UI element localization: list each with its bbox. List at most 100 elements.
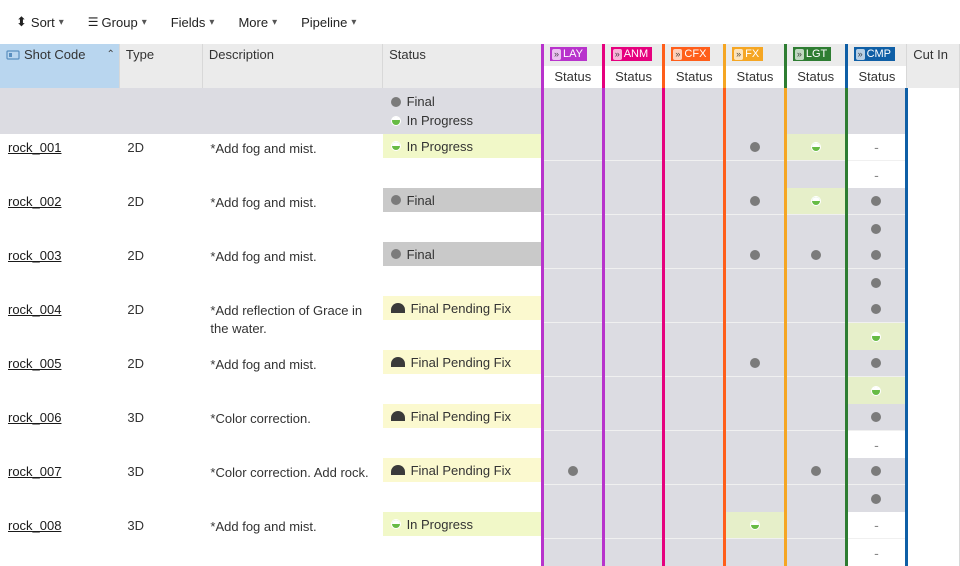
shot-link[interactable]: rock_007 bbox=[0, 458, 69, 485]
pipe-cell[interactable] bbox=[664, 188, 725, 242]
sub-fx-status[interactable]: Status bbox=[725, 66, 786, 88]
pipe-cell[interactable] bbox=[603, 458, 664, 512]
shot-link[interactable]: rock_005 bbox=[0, 350, 69, 377]
status-dot-icon bbox=[871, 278, 881, 288]
shot-link[interactable]: rock_001 bbox=[0, 134, 69, 161]
pipe-cell[interactable] bbox=[846, 188, 907, 242]
shot-link[interactable]: rock_008 bbox=[0, 512, 69, 539]
pipe-cell[interactable] bbox=[846, 296, 907, 350]
pipe-cell[interactable] bbox=[725, 404, 786, 458]
more-menu[interactable]: More ▾ bbox=[238, 15, 277, 30]
status-chip[interactable]: Final Pending Fix bbox=[383, 350, 541, 374]
sub-cfx-status[interactable]: Status bbox=[664, 66, 725, 88]
pipe-cell[interactable] bbox=[542, 404, 603, 458]
cut-in-cell[interactable] bbox=[907, 242, 960, 296]
status-chip[interactable]: In Progress bbox=[383, 134, 541, 158]
col-fx[interactable]: »FX bbox=[725, 44, 786, 66]
pipe-cell[interactable] bbox=[785, 296, 846, 350]
status-chip[interactable]: Final Pending Fix bbox=[383, 404, 541, 428]
pipe-cell[interactable] bbox=[542, 512, 603, 566]
pipe-cell[interactable] bbox=[785, 242, 846, 296]
status-chip[interactable]: Final bbox=[383, 188, 541, 212]
cut-in-cell[interactable] bbox=[907, 404, 960, 458]
pipe-cell[interactable] bbox=[664, 296, 725, 350]
col-type[interactable]: Type bbox=[119, 44, 202, 88]
pipe-cell[interactable] bbox=[603, 134, 664, 188]
pipe-cell[interactable] bbox=[725, 242, 786, 296]
empty-dash-icon: - bbox=[874, 437, 879, 453]
pipe-cell[interactable] bbox=[725, 350, 786, 404]
pipe-cell[interactable] bbox=[664, 134, 725, 188]
sort-asc-icon: ⌃ bbox=[107, 49, 115, 60]
sub-lay-status[interactable]: Status bbox=[542, 66, 603, 88]
cut-in-cell[interactable] bbox=[907, 188, 960, 242]
pipe-cell[interactable] bbox=[603, 242, 664, 296]
pipe-cell[interactable] bbox=[664, 458, 725, 512]
pipe-cell[interactable] bbox=[664, 404, 725, 458]
pipe-cell[interactable] bbox=[725, 188, 786, 242]
sort-menu[interactable]: ⬍ Sort ▾ bbox=[16, 14, 64, 30]
pipeline-menu[interactable]: Pipeline ▾ bbox=[301, 15, 356, 30]
status-chip[interactable]: Final bbox=[383, 242, 541, 266]
pipe-cell[interactable] bbox=[603, 404, 664, 458]
col-description[interactable]: Description bbox=[202, 44, 382, 88]
status-chip[interactable]: In Progress bbox=[383, 512, 541, 536]
pipe-cell[interactable] bbox=[603, 188, 664, 242]
pipe-cell[interactable] bbox=[725, 458, 786, 512]
status-chip[interactable]: Final Pending Fix bbox=[383, 458, 541, 482]
pipe-cell[interactable] bbox=[542, 188, 603, 242]
pipe-cell[interactable] bbox=[603, 350, 664, 404]
pipe-cell[interactable] bbox=[785, 404, 846, 458]
pipe-cell[interactable] bbox=[846, 350, 907, 404]
shot-link[interactable]: rock_006 bbox=[0, 404, 69, 431]
pipe-cell[interactable]: - bbox=[846, 404, 907, 458]
table-row: rock_0052D*Add fog and mist.Final Pendin… bbox=[0, 350, 960, 404]
sub-cmp-status[interactable]: Status bbox=[846, 66, 907, 88]
pipe-cell[interactable] bbox=[664, 512, 725, 566]
pipe-cell[interactable] bbox=[785, 350, 846, 404]
pipe-cell[interactable] bbox=[785, 512, 846, 566]
pipe-cell[interactable] bbox=[542, 458, 603, 512]
pipe-cell[interactable] bbox=[785, 134, 846, 188]
pipe-cell[interactable] bbox=[846, 242, 907, 296]
expand-icon: » bbox=[795, 49, 804, 60]
shot-link[interactable]: rock_004 bbox=[0, 296, 69, 323]
pipe-cell[interactable]: -- bbox=[846, 134, 907, 188]
sub-lgt-status[interactable]: Status bbox=[785, 66, 846, 88]
col-lgt[interactable]: »LGT bbox=[785, 44, 846, 66]
col-cut-in[interactable]: Cut In bbox=[907, 44, 960, 88]
shot-link[interactable]: rock_002 bbox=[0, 188, 69, 215]
pipe-cell[interactable] bbox=[542, 242, 603, 296]
pipe-cell[interactable] bbox=[725, 296, 786, 350]
col-cmp[interactable]: »CMP bbox=[846, 44, 907, 66]
pipe-cell[interactable] bbox=[785, 458, 846, 512]
pipe-cell[interactable] bbox=[664, 242, 725, 296]
col-anm[interactable]: »ANM bbox=[603, 44, 664, 66]
fields-menu[interactable]: Fields ▾ bbox=[171, 15, 215, 30]
pipe-cell[interactable] bbox=[542, 296, 603, 350]
col-cfx[interactable]: »CFX bbox=[664, 44, 725, 66]
pipe-cell[interactable] bbox=[542, 134, 603, 188]
cut-in-cell[interactable] bbox=[907, 134, 960, 188]
cut-in-cell[interactable] bbox=[907, 512, 960, 566]
col-status[interactable]: Status bbox=[383, 44, 543, 88]
pipe-cell[interactable]: -- bbox=[846, 512, 907, 566]
status-chip[interactable]: Final Pending Fix bbox=[383, 296, 541, 320]
pipe-cell[interactable] bbox=[664, 350, 725, 404]
pipe-cell[interactable] bbox=[725, 512, 786, 566]
pipe-cell[interactable] bbox=[846, 458, 907, 512]
group-menu[interactable]: ☰ Group ▾ bbox=[88, 15, 147, 30]
cut-in-cell[interactable] bbox=[907, 458, 960, 512]
cut-in-cell[interactable] bbox=[907, 350, 960, 404]
pipe-cell[interactable] bbox=[542, 350, 603, 404]
pipe-cell[interactable] bbox=[785, 188, 846, 242]
col-shot-code[interactable]: Shot Code ⌃ bbox=[0, 44, 119, 88]
empty-dash-icon: - bbox=[874, 139, 879, 155]
pipe-cell[interactable] bbox=[725, 134, 786, 188]
shot-link[interactable]: rock_003 bbox=[0, 242, 69, 269]
pipe-cell[interactable] bbox=[603, 296, 664, 350]
sub-anm-status[interactable]: Status bbox=[603, 66, 664, 88]
cut-in-cell[interactable] bbox=[907, 296, 960, 350]
col-lay[interactable]: »LAY bbox=[542, 44, 603, 66]
pipe-cell[interactable] bbox=[603, 512, 664, 566]
